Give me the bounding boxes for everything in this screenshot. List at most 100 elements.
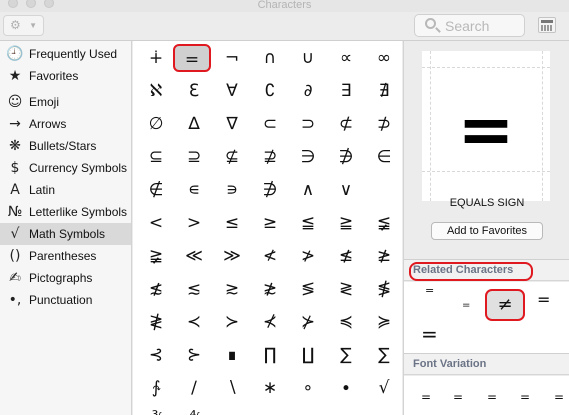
related-character[interactable]: = bbox=[462, 300, 470, 311]
sidebar-item-arrows[interactable]: → Arrows bbox=[0, 113, 131, 135]
action-menu-button[interactable]: ⚙ ▼ bbox=[3, 15, 44, 36]
search-input[interactable] bbox=[445, 17, 521, 34]
character-cell[interactable]: ≲ bbox=[175, 275, 213, 303]
character-cell[interactable]: ∀ bbox=[213, 77, 251, 105]
character-cell[interactable]: ℵ bbox=[137, 77, 175, 105]
character-cell[interactable]: ⊈ bbox=[213, 143, 251, 171]
character-cell[interactable]: ∌ bbox=[327, 143, 365, 171]
character-cell[interactable]: ⊄ bbox=[327, 110, 365, 138]
character-cell[interactable]: ∗ bbox=[251, 374, 289, 402]
character-cell[interactable]: ≶ bbox=[289, 275, 327, 303]
character-cell[interactable]: ∨ bbox=[327, 176, 365, 204]
character-cell[interactable]: ∋ bbox=[289, 143, 327, 171]
character-cell[interactable]: ⊆ bbox=[137, 143, 175, 171]
character-cell[interactable]: ≮ bbox=[251, 242, 289, 270]
search-field[interactable] bbox=[414, 14, 525, 37]
character-cell[interactable]: < bbox=[137, 209, 175, 237]
character-cell[interactable]: ≼ bbox=[327, 308, 365, 336]
character-cell[interactable]: ⊱ bbox=[175, 341, 213, 369]
sidebar-item-math-symbols[interactable]: √ Math Symbols bbox=[0, 223, 131, 245]
character-cell[interactable]: ∅ bbox=[137, 110, 175, 138]
character-cell[interactable]: ⊉ bbox=[251, 143, 289, 171]
sidebar-item-latin[interactable]: A Latin bbox=[0, 179, 131, 201]
font-variation-glyph[interactable]: = bbox=[554, 390, 564, 404]
font-variation-glyph[interactable]: = bbox=[421, 390, 431, 404]
character-cell[interactable]: ≷ bbox=[327, 275, 365, 303]
character-cell[interactable]: ∂ bbox=[289, 77, 327, 105]
character-cell[interactable]: ≹ bbox=[137, 308, 175, 336]
character-cell[interactable]: ¬ bbox=[213, 44, 251, 72]
character-cell[interactable]: ≨ bbox=[365, 209, 402, 237]
character-cell[interactable]: ∐ bbox=[289, 341, 327, 369]
character-cell[interactable]: ≦ bbox=[289, 209, 327, 237]
character-cell[interactable]: ∔ bbox=[137, 44, 175, 72]
character-cell[interactable] bbox=[327, 407, 365, 415]
character-cell[interactable]: √ bbox=[365, 374, 402, 402]
character-cell[interactable]: ≸ bbox=[365, 275, 402, 303]
related-characters-header[interactable]: Related Characters bbox=[404, 259, 569, 281]
sidebar-item-pictographs[interactable]: ✍ Pictographs bbox=[0, 267, 131, 289]
character-cell[interactable]: ∃ bbox=[327, 77, 365, 105]
sidebar-item-frequently-used[interactable]: 🕘 Frequently Used bbox=[0, 43, 131, 65]
character-cell[interactable] bbox=[365, 407, 402, 415]
character-cell[interactable]: ∆ bbox=[175, 110, 213, 138]
sidebar-item-punctuation[interactable]: •, Punctuation bbox=[0, 289, 131, 311]
character-cell[interactable]: ∘ bbox=[289, 374, 327, 402]
character-cell[interactable]: ∕ bbox=[175, 374, 213, 402]
character-cell[interactable]: ∧ bbox=[289, 176, 327, 204]
character-cell[interactable]: ∪ bbox=[289, 44, 327, 72]
add-to-favorites-button[interactable]: Add to Favorites bbox=[431, 222, 543, 240]
character-grid-icon[interactable] bbox=[538, 17, 556, 33]
character-cell[interactable] bbox=[251, 407, 289, 415]
character-cell[interactable]: ℇ bbox=[175, 77, 213, 105]
character-cell[interactable]: ∖ bbox=[213, 374, 251, 402]
character-cell-selected[interactable]: = bbox=[173, 44, 211, 72]
character-cell[interactable]: ≻ bbox=[213, 308, 251, 336]
related-character[interactable]: = bbox=[537, 290, 550, 309]
character-cell[interactable] bbox=[213, 407, 251, 415]
sidebar-item-parentheses[interactable]: () Parentheses bbox=[0, 245, 131, 267]
character-cell[interactable]: ⊇ bbox=[175, 143, 213, 171]
character-cell[interactable]: ∝ bbox=[327, 44, 365, 72]
sidebar-item-currency-symbols[interactable]: $ Currency Symbols bbox=[0, 157, 131, 179]
character-cell[interactable]: ⊂ bbox=[251, 110, 289, 138]
character-cell[interactable]: ⊅ bbox=[365, 110, 402, 138]
character-cell[interactable]: ∎ bbox=[213, 341, 251, 369]
sidebar-item-emoji[interactable]: ☺ Emoji bbox=[0, 91, 131, 113]
character-cell[interactable]: ∈ bbox=[365, 143, 402, 171]
related-character[interactable]: = bbox=[425, 284, 434, 297]
character-cell[interactable]: ∁ bbox=[251, 77, 289, 105]
character-cell[interactable]: ∊ bbox=[175, 176, 213, 204]
character-cell[interactable]: ⊁ bbox=[289, 308, 327, 336]
character-cell[interactable]: ≪ bbox=[175, 242, 213, 270]
character-cell[interactable]: ∑ bbox=[365, 341, 402, 369]
character-cell[interactable] bbox=[365, 176, 402, 204]
character-cell[interactable]: ⊀ bbox=[251, 308, 289, 336]
character-cell[interactable]: ∍ bbox=[213, 176, 251, 204]
sidebar-item-favorites[interactable]: ★ Favorites bbox=[0, 65, 131, 87]
character-cell[interactable]: ∌ bbox=[251, 176, 289, 204]
character-cell[interactable]: ∏ bbox=[251, 341, 289, 369]
font-variation-header[interactable]: Font Variation bbox=[404, 353, 569, 375]
character-cell[interactable]: ≴ bbox=[137, 275, 175, 303]
character-cell[interactable]: > bbox=[175, 209, 213, 237]
character-cell[interactable]: ∜ bbox=[175, 407, 213, 415]
character-cell[interactable]: ∞ bbox=[365, 44, 402, 72]
font-variation-glyph[interactable]: = bbox=[487, 390, 497, 404]
character-cell[interactable]: ≫ bbox=[213, 242, 251, 270]
character-cell[interactable]: ∑ bbox=[327, 341, 365, 369]
character-cell[interactable]: ⊰ bbox=[137, 341, 175, 369]
character-cell[interactable]: ∩ bbox=[251, 44, 289, 72]
font-variation-glyph[interactable]: = bbox=[520, 390, 530, 404]
character-cell[interactable]: ∇ bbox=[213, 110, 251, 138]
character-cell[interactable]: ∛ bbox=[137, 407, 175, 415]
character-cell[interactable]: ≥ bbox=[251, 209, 289, 237]
character-cell[interactable]: ∙ bbox=[327, 374, 365, 402]
character-cell[interactable]: ∄ bbox=[365, 77, 402, 105]
character-cell[interactable]: ≽ bbox=[365, 308, 402, 336]
character-cell[interactable]: ≩ bbox=[137, 242, 175, 270]
character-cell[interactable]: ≱ bbox=[365, 242, 402, 270]
character-cell[interactable]: ⊃ bbox=[289, 110, 327, 138]
character-cell[interactable]: ∉ bbox=[137, 176, 175, 204]
character-cell[interactable]: ≧ bbox=[327, 209, 365, 237]
